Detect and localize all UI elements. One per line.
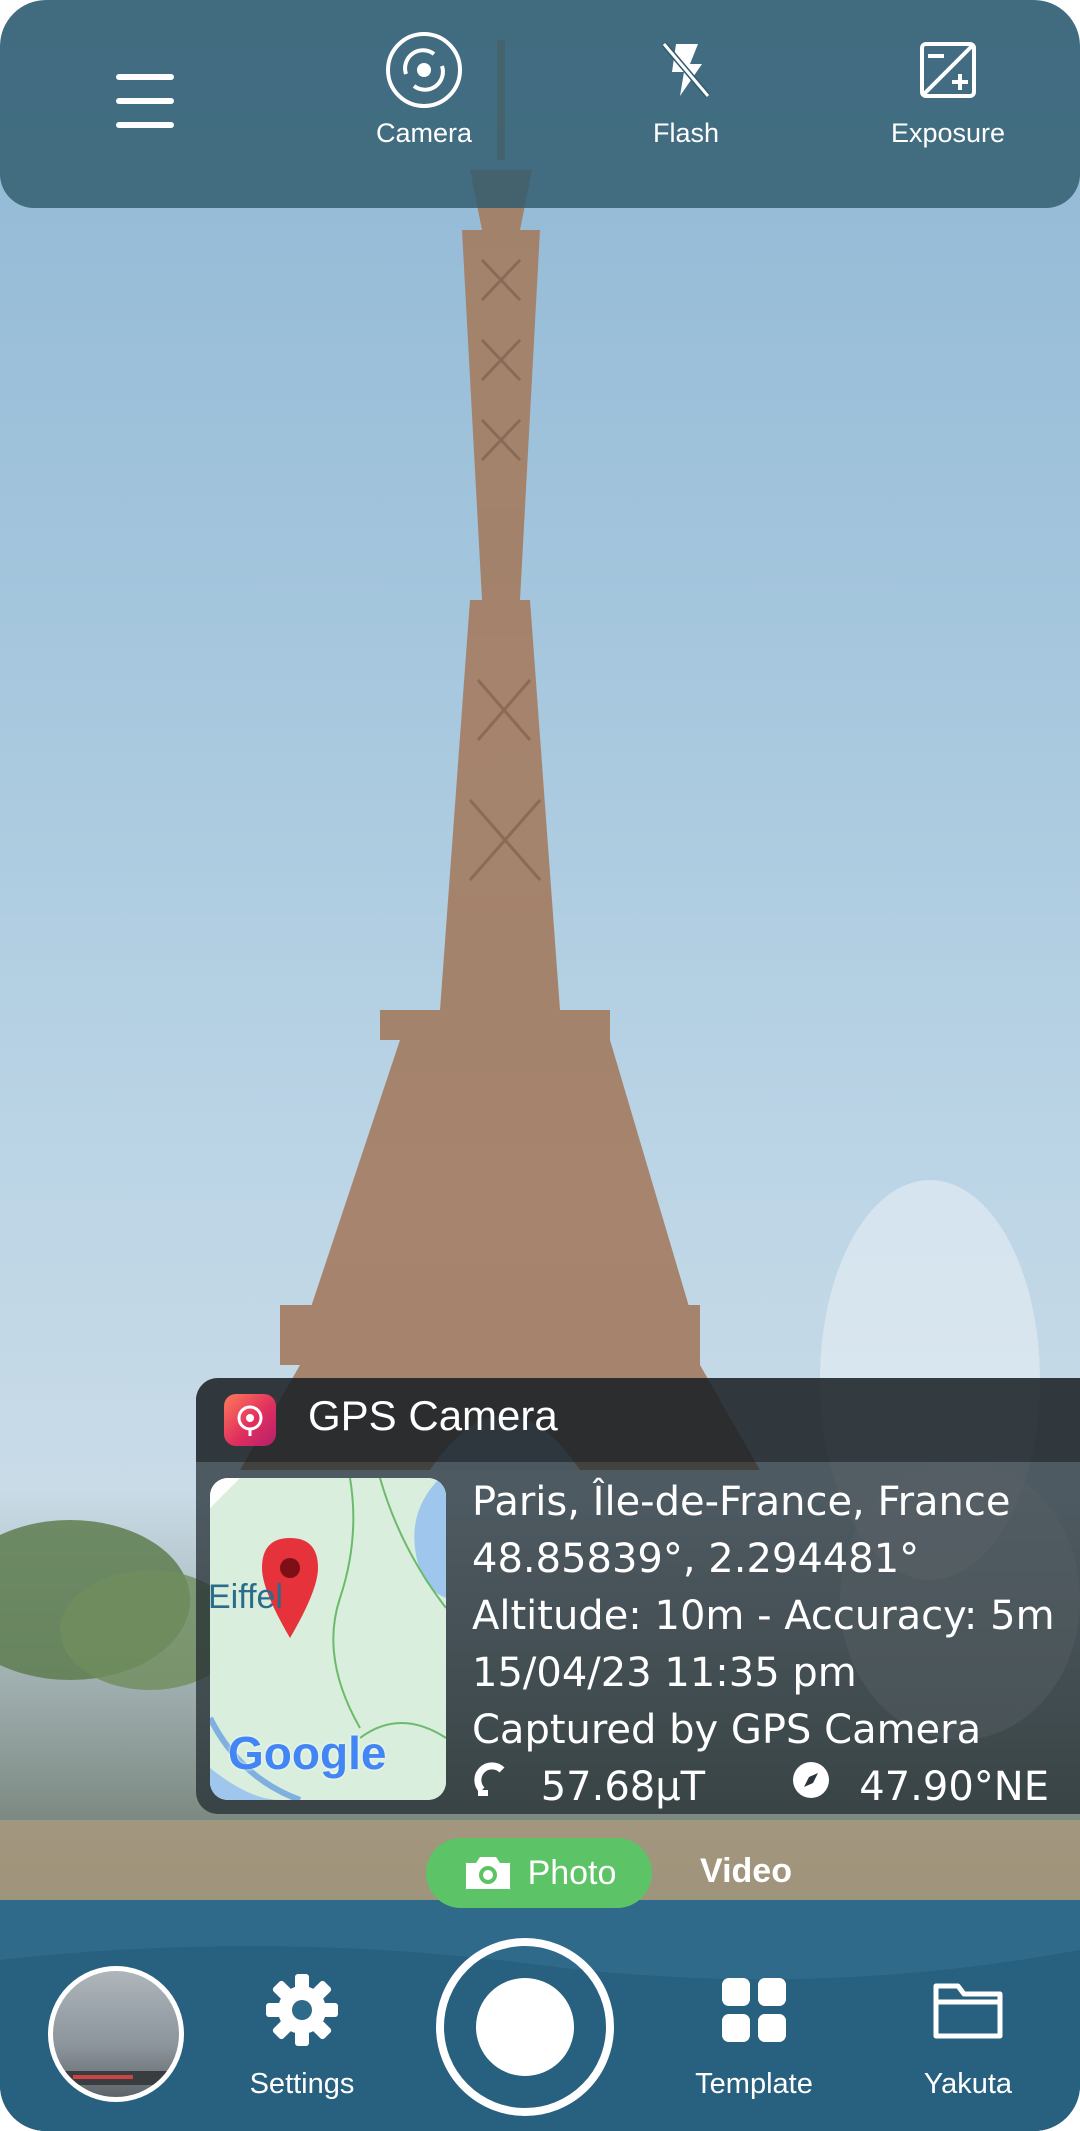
camera-switch-icon [386, 32, 462, 108]
altitude-accuracy-text: Altitude: 10m - Accuracy: 5m [472, 1593, 1055, 1639]
folder-icon [933, 1983, 1003, 2039]
menu-button[interactable] [116, 72, 176, 132]
camera-switch-button[interactable]: Camera [324, 30, 524, 149]
gps-camera-screen: Camera Flash Exposure GPS Camera Eiffel … [0, 0, 1080, 2131]
photo-mode-label: Photo [527, 1853, 617, 1892]
gallery-preview [63, 2071, 173, 2085]
shutter-button[interactable] [436, 1938, 614, 2116]
top-toolbar: Camera Flash Exposure [0, 0, 1080, 208]
datetime-text: 15/04/23 11:35 pm [472, 1650, 857, 1696]
settings-button[interactable]: Settings [212, 1970, 392, 2101]
template-grid-icon [722, 1978, 786, 2042]
gps-info-card: GPS Camera Eiffel Google Paris, Île-de-F… [196, 1378, 1080, 1814]
template-label: Template [695, 2068, 813, 2100]
sensor-row: 57.68μT 47.90°NE [472, 1759, 1055, 1814]
exposure-icon [920, 42, 976, 98]
flash-label: Flash [652, 118, 720, 148]
compass-icon [792, 1762, 829, 1798]
folder-button[interactable]: Yakuta [878, 1970, 1058, 2101]
video-mode-button[interactable]: Video [700, 1852, 792, 1891]
gear-icon [266, 1974, 338, 2046]
shutter-inner-circle [476, 1978, 574, 2076]
map-place-label: Eiffel [210, 1578, 283, 1616]
camera-label: Camera [375, 118, 473, 148]
gps-camera-logo-icon [224, 1394, 276, 1446]
exposure-button[interactable]: Exposure [848, 30, 1048, 149]
captured-by-text: Captured by GPS Camera [472, 1707, 982, 1753]
gps-card-header: GPS Camera [196, 1378, 1080, 1462]
gps-card-title: GPS Camera [308, 1392, 558, 1439]
address-text: Paris, Île-de-France, France [472, 1479, 1011, 1525]
coordinates-text: 48.85839°, 2.294481° [472, 1536, 920, 1582]
settings-label: Settings [249, 2068, 355, 2100]
folder-label: Yakuta [923, 2068, 1013, 2100]
magnetic-field-text: 57.68μT [540, 1764, 706, 1810]
google-logo: Google [228, 1727, 387, 1779]
last-photo-thumbnail[interactable] [48, 1966, 184, 2102]
photo-mode-button[interactable]: Photo [426, 1838, 652, 1908]
map-thumbnail[interactable]: Eiffel Google [210, 1478, 446, 1800]
flash-button[interactable]: Flash [586, 30, 786, 149]
compass-text: 47.90°NE [859, 1764, 1049, 1810]
camera-icon [465, 1857, 510, 1889]
gps-details: Paris, Île-de-France, France 48.85839°, … [472, 1474, 1055, 1814]
exposure-label: Exposure [890, 118, 1006, 148]
flash-off-icon [661, 42, 711, 98]
magnet-icon [474, 1762, 505, 1796]
template-button[interactable]: Template [664, 1970, 844, 2101]
